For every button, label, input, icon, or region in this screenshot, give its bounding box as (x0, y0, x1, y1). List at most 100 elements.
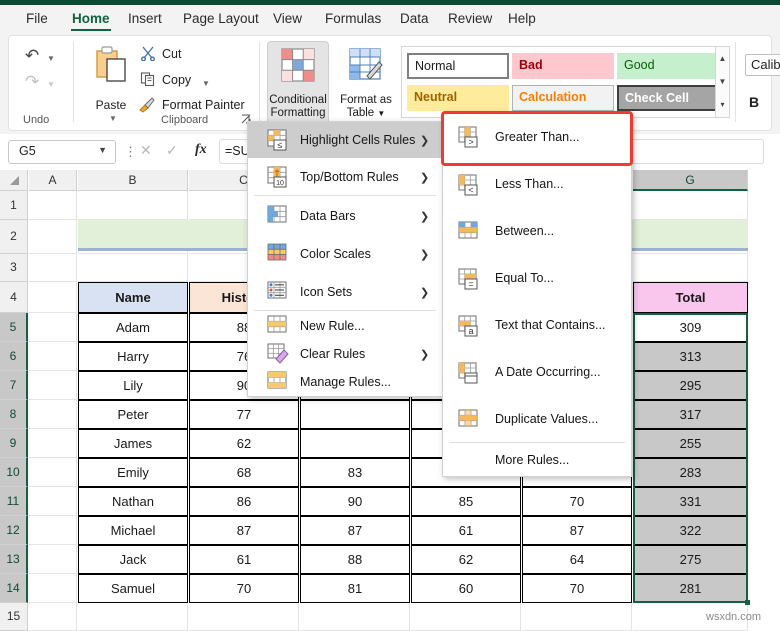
table-header-cell[interactable]: Total (633, 282, 748, 313)
bold-button[interactable]: B (749, 94, 759, 110)
grid-cell[interactable] (189, 603, 299, 631)
row-header-3[interactable]: 3 (0, 254, 28, 282)
gallery-scroll-down-button[interactable]: ▼ (716, 70, 729, 93)
table-cell-name[interactable]: Harry (78, 342, 188, 371)
table-cell-name[interactable]: Nathan (78, 487, 188, 516)
selection-fill-handle[interactable] (745, 600, 750, 605)
row-header-14[interactable]: 14 (0, 574, 28, 603)
grid-cell[interactable] (29, 191, 77, 220)
table-cell-c[interactable]: 68 (189, 458, 299, 487)
row-header-10[interactable]: 10 (0, 458, 28, 487)
grid-cell[interactable] (29, 371, 77, 400)
table-cell-name[interactable]: Michael (78, 516, 188, 545)
undo-dropdown-icon[interactable]: ▼ (47, 54, 55, 63)
table-cell-total[interactable]: 275 (633, 545, 748, 574)
confirm-check-icon[interactable]: ✓ (166, 142, 178, 159)
row-header-2[interactable]: 2 (0, 220, 28, 254)
name-box[interactable]: G5 ▼ (8, 140, 116, 164)
table-cell-f[interactable]: 87 (522, 516, 632, 545)
table-cell-name[interactable]: Lily (78, 371, 188, 400)
grid-cell[interactable] (29, 254, 77, 282)
chevron-down-icon[interactable]: ▼ (98, 145, 107, 155)
grid-cell[interactable] (300, 603, 410, 631)
copy-label[interactable]: Copy (162, 73, 191, 87)
table-cell-total[interactable]: 255 (633, 429, 748, 458)
ribbon-tab-formulas[interactable]: Formulas (317, 8, 389, 30)
table-cell-d[interactable]: 90 (300, 487, 410, 516)
grid-cell[interactable] (29, 429, 77, 458)
table-cell-total[interactable]: 295 (633, 371, 748, 400)
table-cell-total[interactable]: 313 (633, 342, 748, 371)
grid-cell[interactable] (29, 313, 77, 342)
row-header-7[interactable]: 7 (0, 371, 28, 400)
table-cell-d[interactable]: 87 (300, 516, 410, 545)
table-cell-name[interactable]: Peter (78, 400, 188, 429)
table-cell-total[interactable]: 331 (633, 487, 748, 516)
table-cell-c[interactable]: 70 (189, 574, 299, 603)
highlight-cells-rules-submenu[interactable]: > Greater Than... < Less Than... Between... =… (442, 112, 632, 477)
column-header-G[interactable]: G (633, 170, 748, 191)
conditional-formatting-menu[interactable]: ≤ Highlight Cells Rules ❯ 10 Top/Bottom Rule… (247, 121, 443, 397)
table-cell-total[interactable]: 317 (633, 400, 748, 429)
table-cell-e[interactable]: 60 (411, 574, 521, 603)
copy-dropdown-icon[interactable]: ▼ (202, 79, 210, 88)
cell-style-neutral[interactable]: Neutral (407, 85, 509, 111)
row-header-6[interactable]: 6 (0, 342, 28, 371)
table-cell-total[interactable]: 322 (633, 516, 748, 545)
table-cell-f[interactable]: 70 (522, 574, 632, 603)
table-cell-c[interactable]: 86 (189, 487, 299, 516)
grid-cell[interactable] (29, 282, 77, 313)
table-cell-c[interactable]: 62 (189, 429, 299, 458)
row-header-13[interactable]: 13 (0, 545, 28, 574)
row-header-11[interactable]: 11 (0, 487, 28, 516)
table-cell-d[interactable] (300, 429, 410, 458)
grid-cell[interactable] (29, 220, 77, 254)
cut-label[interactable]: Cut (162, 47, 181, 61)
table-cell-d[interactable]: 88 (300, 545, 410, 574)
grid-cell[interactable] (29, 603, 77, 631)
select-all-corner[interactable] (0, 170, 28, 191)
grid-cell[interactable] (29, 516, 77, 545)
paste-dropdown-icon[interactable]: ▼ (109, 114, 117, 123)
table-cell-f[interactable]: 64 (522, 545, 632, 574)
grid-cell[interactable] (29, 458, 77, 487)
grid-cell[interactable] (29, 574, 77, 603)
vertical-dots-icon[interactable]: ⋮ (124, 144, 137, 160)
table-cell-name[interactable]: Emily (78, 458, 188, 487)
ribbon-tab-data[interactable]: Data (392, 8, 437, 30)
row-header-15[interactable]: 15 (0, 603, 28, 631)
undo-arrow-icon[interactable]: ↶ (25, 46, 39, 66)
gallery-scroll-up-button[interactable]: ▲ (716, 47, 729, 70)
grid-cell[interactable] (29, 545, 77, 574)
table-cell-name[interactable]: James (78, 429, 188, 458)
table-cell-e[interactable]: 61 (411, 516, 521, 545)
row-header-1[interactable]: 1 (0, 191, 28, 220)
table-cell-e[interactable]: 85 (411, 487, 521, 516)
grid-cell[interactable] (633, 254, 748, 282)
row-header-9[interactable]: 9 (0, 429, 28, 458)
format-painter-label[interactable]: Format Painter (162, 98, 245, 112)
ribbon-tab-view[interactable]: View (265, 8, 310, 30)
cell-style-calculation[interactable]: Calculation (512, 85, 614, 111)
cancel-x-icon[interactable]: ✕ (140, 142, 152, 159)
ribbon-tab-page-layout[interactable]: Page Layout (175, 8, 267, 30)
grid-cell[interactable] (78, 603, 188, 631)
ribbon-tab-review[interactable]: Review (440, 8, 500, 30)
cell-style-check-cell[interactable]: Check Cell (617, 85, 719, 111)
table-cell-c[interactable]: 61 (189, 545, 299, 574)
font-name-input[interactable]: Calibri (745, 54, 780, 76)
grid-cell[interactable] (29, 487, 77, 516)
gallery-scrollbar[interactable]: ▲ ▼ ▾ (715, 46, 730, 118)
table-cell-c[interactable]: 87 (189, 516, 299, 545)
table-cell-d[interactable]: 81 (300, 574, 410, 603)
row-header-8[interactable]: 8 (0, 400, 28, 429)
column-header-B[interactable]: B (78, 170, 188, 191)
grid-cell[interactable] (78, 191, 188, 220)
table-cell-c[interactable]: 77 (189, 400, 299, 429)
cell-style-bad[interactable]: Bad (512, 53, 614, 79)
table-cell-name[interactable]: Jack (78, 545, 188, 574)
table-cell-e[interactable]: 62 (411, 545, 521, 574)
fx-insert-function-icon[interactable]: fx (195, 142, 207, 158)
table-cell-total[interactable]: 283 (633, 458, 748, 487)
table-cell-total[interactable]: 281 (633, 574, 748, 603)
